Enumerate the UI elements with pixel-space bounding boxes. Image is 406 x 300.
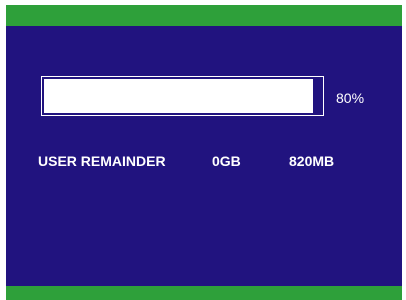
top-green-bar: [6, 5, 402, 26]
user-remainder-label: USER REMAINDER: [38, 153, 166, 169]
progress-percent-label: 80%: [336, 90, 365, 106]
screen: 80% USER REMAINDER 0GB 820MB: [0, 0, 406, 300]
bottom-green-bar: [6, 286, 402, 300]
remainder-mb-value: 820MB: [289, 153, 335, 169]
progress-bar: [41, 76, 324, 116]
remainder-gb-value: 0GB: [212, 153, 241, 169]
progress-bar-fill: [44, 79, 313, 113]
